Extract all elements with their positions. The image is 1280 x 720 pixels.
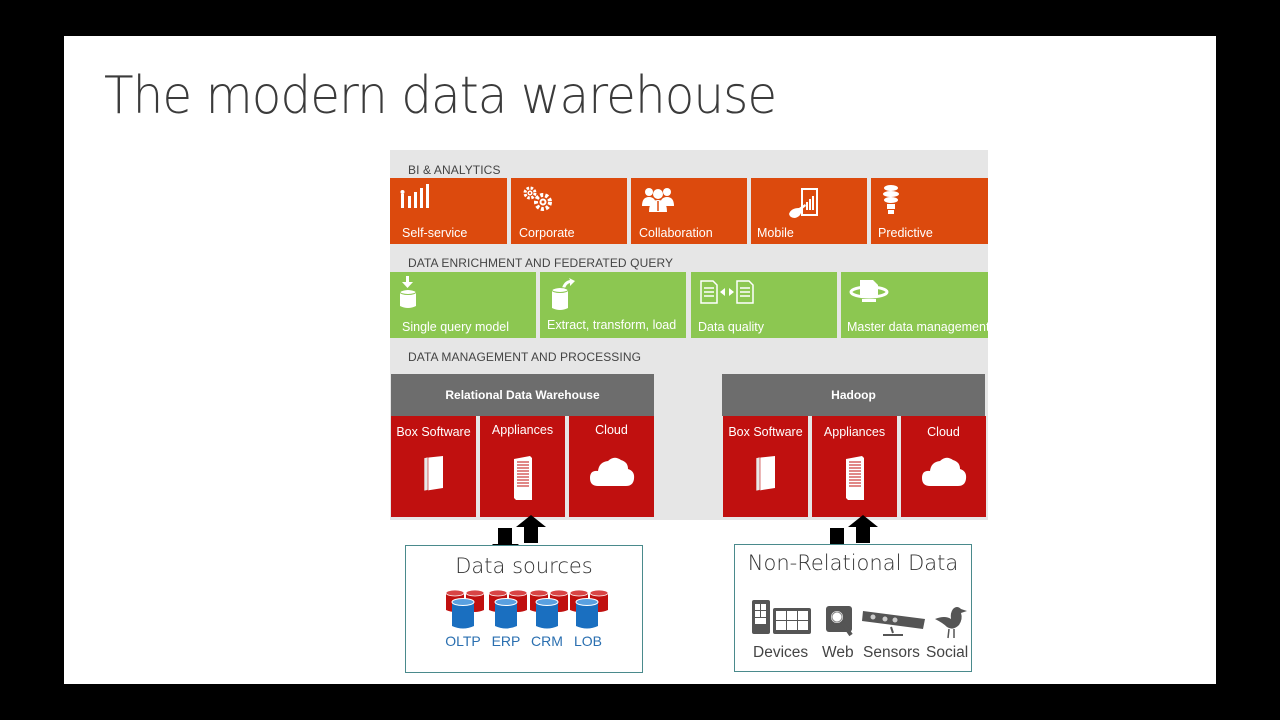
tile-label: Self-service: [402, 226, 468, 240]
data-sources-title: Data sources: [455, 554, 593, 578]
sensor-bar-icon: [862, 611, 925, 636]
gears-icon: [521, 184, 555, 217]
data-source-label-erp: ERP: [491, 633, 521, 649]
nr-label-sensors: Sensors: [863, 644, 920, 661]
hadoop-header: Hadoop: [722, 374, 985, 416]
tile-label: Cloud: [595, 423, 628, 437]
data-source-label-crm: CRM: [531, 633, 563, 649]
nr-label-devices: Devices: [753, 644, 809, 661]
bi-tile-self-service: Self-service: [390, 178, 507, 244]
nr-label-social: Social: [926, 644, 969, 661]
database-arrow-out-icon: [550, 278, 576, 315]
tile-label: Mobile: [757, 226, 794, 240]
bar-chart-icon: [400, 184, 430, 213]
tile-label: Extract, transform, load: [547, 318, 677, 332]
tile-label: Predictive: [878, 226, 933, 240]
box-icon: [421, 454, 447, 495]
bi-analytics-heading: BI & ANALYTICS: [408, 163, 501, 177]
data-sources-box: Data sources OLTP ERP CRM LOB: [405, 545, 643, 673]
tile-label: Cloud: [927, 425, 960, 439]
hadoop-box-software: Box Software: [723, 416, 808, 517]
tile-label: Corporate: [519, 226, 575, 240]
document-compare-icon: [699, 280, 757, 307]
rdw-cloud: Cloud: [569, 416, 654, 517]
database-arrow-in-icon: [399, 276, 419, 313]
box-icon: [753, 454, 779, 495]
cloud-icon: [588, 454, 636, 491]
bi-tile-predictive: Predictive: [871, 178, 988, 244]
de-tile-data-quality: Data quality: [691, 272, 837, 338]
hadoop-cloud: Cloud: [901, 416, 986, 517]
lightbulb-icon: [881, 184, 903, 221]
rdw-box-software: Box Software: [391, 416, 476, 517]
tile-label: Collaboration: [639, 226, 713, 240]
hadoop-appliances: Appliances: [812, 416, 897, 517]
de-tile-single-query-model: Single query model: [390, 272, 536, 338]
nr-label-web: Web: [822, 644, 854, 661]
data-source-label-oltp: OLTP: [445, 633, 481, 649]
data-source-label-lob: LOB: [573, 633, 602, 649]
rdw-appliances: Appliances: [480, 416, 565, 517]
tile-label: Appliances: [823, 425, 886, 439]
bi-tile-mobile: Mobile: [751, 178, 867, 244]
tile-label: Data quality: [698, 320, 765, 334]
de-tile-etl: Extract, transform, load: [540, 272, 686, 338]
devices-icon: [752, 600, 811, 634]
bi-tile-collaboration: Collaboration: [631, 178, 747, 244]
bi-tile-corporate: Corporate: [511, 178, 627, 244]
slide: The modern data warehouse BI & ANALYTICS…: [64, 36, 1216, 684]
non-relational-box: Non-Relational Data Devices Web Sensors …: [734, 544, 972, 672]
tile-label: Box Software: [728, 425, 803, 439]
data-management-heading: DATA MANAGEMENT AND PROCESSING: [408, 350, 642, 364]
databases-icon: [445, 589, 609, 629]
tile-label: Master data management: [847, 320, 990, 334]
document-ring-icon: [849, 278, 889, 309]
mobile-touch-icon: [787, 188, 821, 223]
tile-label: Single query model: [402, 320, 510, 334]
server-icon: [844, 454, 866, 505]
bird-icon: [935, 607, 967, 639]
non-relational-title: Non-Relational Data: [747, 551, 959, 575]
relational-dw-header: Relational Data Warehouse: [391, 374, 654, 416]
cloud-icon: [920, 454, 968, 491]
data-enrichment-heading: DATA ENRICHMENT AND FEDERATED QUERY: [408, 256, 674, 270]
tile-label: Box Software: [396, 425, 471, 439]
people-icon: [641, 184, 675, 217]
slide-title: The modern data warehouse: [104, 66, 777, 126]
server-icon: [512, 454, 534, 505]
de-tile-master-data-management: Master data management: [841, 272, 990, 338]
tile-label: Appliances: [491, 423, 554, 437]
web-search-icon: [826, 606, 853, 637]
